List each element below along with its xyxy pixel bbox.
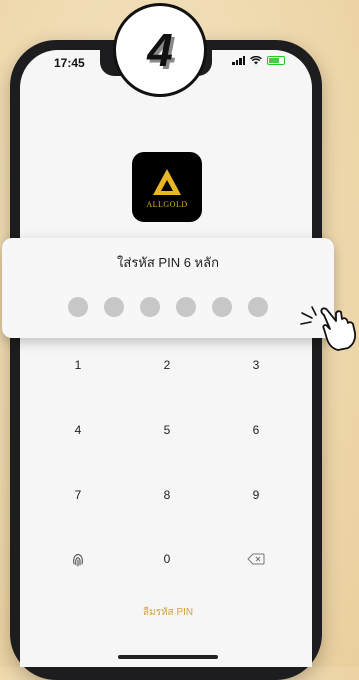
app-logo: ALLGOLD	[132, 152, 202, 222]
pointing-hand-icon	[320, 307, 357, 351]
status-icons	[232, 55, 285, 65]
pin-dot	[176, 297, 196, 317]
step-badge: 4	[113, 3, 207, 97]
keypad-key-5[interactable]: 5	[147, 418, 187, 442]
step-number: 4	[147, 24, 173, 76]
logo-triangle-icon	[153, 169, 181, 195]
battery-icon	[267, 55, 285, 65]
fingerprint-icon	[73, 554, 83, 567]
keypad-key-6[interactable]: 6	[236, 418, 276, 442]
pin-dot	[248, 297, 268, 317]
keypad-key-8[interactable]: 8	[147, 483, 187, 507]
backspace-icon	[247, 553, 265, 565]
keypad-key-9[interactable]: 9	[236, 483, 276, 507]
pin-dot	[140, 297, 160, 317]
pin-dots	[68, 297, 268, 317]
forgot-pin-link[interactable]: ลืมรหัส PIN	[110, 605, 226, 620]
logo-brand-text: ALLGOLD	[146, 200, 188, 209]
pin-title: ใส่รหัส PIN 6 หลัก	[117, 255, 219, 270]
keypad-key-0[interactable]: 0	[147, 547, 187, 571]
home-indicator	[118, 655, 218, 659]
fingerprint-button[interactable]	[58, 547, 98, 571]
backspace-button[interactable]	[236, 547, 276, 571]
signal-icon	[232, 55, 245, 65]
pin-dot	[68, 297, 88, 317]
wifi-icon	[250, 55, 262, 64]
status-time: 17:45	[54, 56, 85, 70]
keypad-key-1[interactable]: 1	[58, 353, 98, 377]
pin-dot	[104, 297, 124, 317]
keypad-key-7[interactable]: 7	[58, 483, 98, 507]
keypad-key-4[interactable]: 4	[58, 418, 98, 442]
keypad-key-3[interactable]: 3	[236, 353, 276, 377]
pin-entry-card: ใส่รหัส PIN 6 หลัก	[2, 238, 334, 338]
keypad-key-2[interactable]: 2	[147, 353, 187, 377]
pin-dot	[212, 297, 232, 317]
